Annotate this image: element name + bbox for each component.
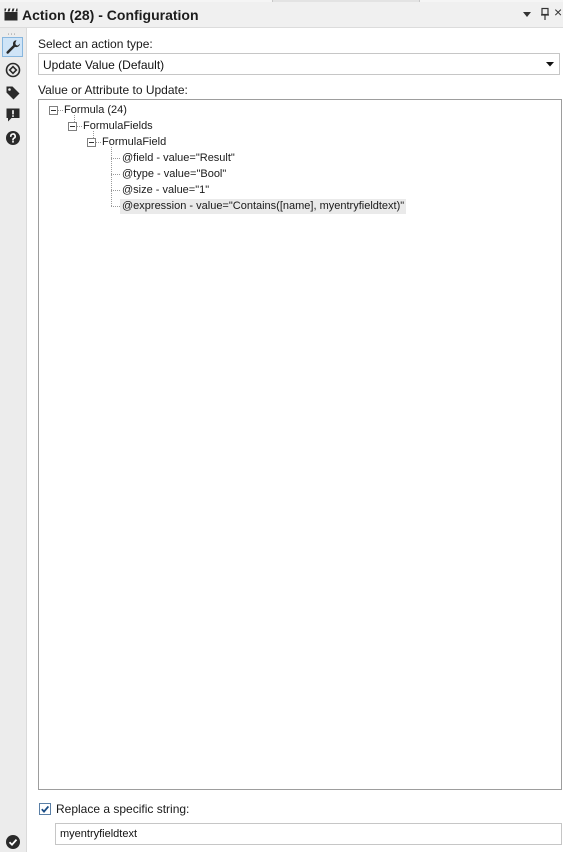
- tree-node[interactable]: FormulaFields: [83, 119, 153, 134]
- title-bar: Action (28) - Configuration ×: [0, 2, 563, 28]
- check-circle-icon: [6, 835, 20, 849]
- tree-node[interactable]: Formula (24): [64, 103, 127, 118]
- tree-node[interactable]: FormulaField: [102, 135, 166, 150]
- tag-icon: [6, 86, 19, 100]
- tree-label: Value or Attribute to Update:: [38, 83, 188, 97]
- action-type-select[interactable]: Update Value (Default): [38, 53, 560, 75]
- chevron-down-icon: [546, 62, 554, 67]
- tree-connector: [111, 174, 120, 175]
- caret-down-icon[interactable]: [522, 7, 532, 24]
- attribute-tree[interactable]: Formula (24) FormulaFields FormulaField …: [38, 99, 562, 790]
- alert-icon: [6, 108, 19, 122]
- tree-node[interactable]: @field - value="Result": [122, 151, 235, 166]
- clapperboard-icon: [4, 8, 18, 21]
- close-icon[interactable]: ×: [554, 5, 562, 19]
- window-title: Action (28) - Configuration: [22, 7, 199, 23]
- replace-string-checkbox[interactable]: [39, 803, 51, 815]
- action-type-value: Update Value (Default): [43, 58, 165, 72]
- tree-connector: [111, 206, 120, 207]
- tree-node-selected[interactable]: @expression - value="Contains([name], my…: [120, 199, 407, 214]
- layout-icon: [5, 62, 20, 78]
- sidebar-item-annotation[interactable]: [2, 83, 23, 103]
- sidebar-item-layout[interactable]: [2, 60, 23, 80]
- tree-connector: [111, 147, 112, 206]
- collapse-toggle[interactable]: [87, 138, 96, 147]
- help-icon: [5, 131, 20, 145]
- replace-string-label: Replace a specific string:: [56, 802, 190, 816]
- sidebar-item-configuration[interactable]: [2, 37, 23, 57]
- side-rail: ⋯: [0, 28, 27, 852]
- checkmark-icon: [41, 805, 50, 813]
- wrench-icon: [5, 40, 20, 54]
- tree-node[interactable]: @type - value="Bool": [122, 167, 226, 182]
- sidebar-item-errors[interactable]: [2, 105, 23, 125]
- tree-connector: [111, 190, 120, 191]
- tree-connector: [111, 158, 120, 159]
- replace-string-input[interactable]: [55, 823, 562, 845]
- collapse-toggle[interactable]: [68, 122, 77, 131]
- configuration-window: Action (28) - Configuration × ⋯ Select a…: [0, 0, 563, 852]
- collapse-toggle[interactable]: [49, 106, 58, 115]
- action-type-label: Select an action type:: [38, 37, 153, 51]
- tree-node[interactable]: @size - value="1": [122, 183, 209, 198]
- pin-icon[interactable]: [540, 7, 550, 24]
- sidebar-item-help[interactable]: [2, 128, 23, 148]
